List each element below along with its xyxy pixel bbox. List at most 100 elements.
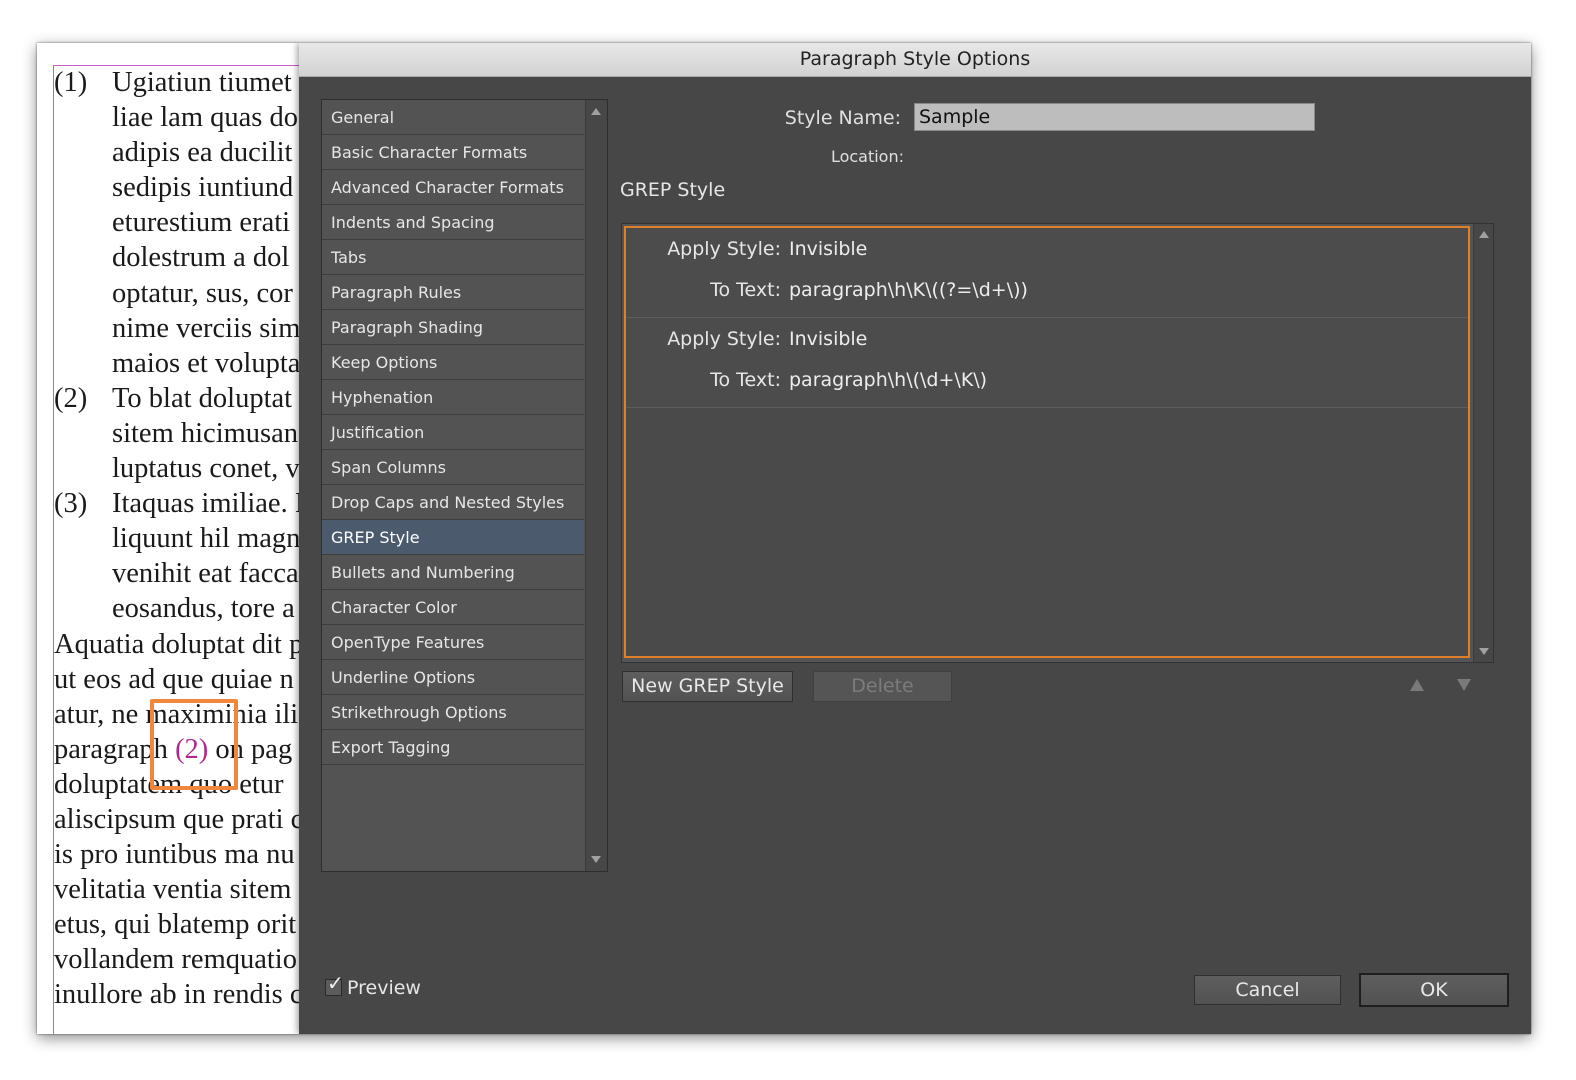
- category-items: General Basic Character Formats Advanced…: [322, 100, 584, 765]
- list-text: eosandus, tore a: [112, 593, 295, 625]
- list-line-16: eosandus, tore a: [54, 591, 299, 626]
- body-text: vollandem remquatio: [54, 944, 297, 976]
- body-line: vollandem remquatio: [54, 942, 299, 977]
- list-text: dolestrum a dol: [112, 242, 290, 274]
- delete-button[interactable]: Delete: [813, 671, 952, 702]
- category-span-columns[interactable]: Span Columns: [322, 450, 584, 485]
- list-line-4: sedipis iuntiund: [54, 170, 299, 205]
- category-export-tagging[interactable]: Export Tagging: [322, 730, 584, 765]
- location-label: Location:: [830, 147, 904, 166]
- scroll-up-arrow-icon[interactable]: [591, 108, 601, 115]
- preview-label: Preview: [347, 977, 421, 999]
- body-line: etus, qui blatemp orit: [54, 907, 299, 942]
- dialog-title: Paragraph Style Options: [299, 43, 1531, 77]
- window-frame: (1) Ugiatiun tiumet liae lam quas do adip…: [37, 43, 1531, 1034]
- list-text: liquunt hil magn: [112, 523, 299, 555]
- list-line-13: (3) Itaquas imiliae. I: [54, 486, 299, 521]
- list-text: luptatus conet, v: [112, 453, 299, 485]
- list-line-12: luptatus conet, v: [54, 451, 299, 486]
- body-text: aliscipsum que prati c: [54, 803, 299, 835]
- category-hyphenation[interactable]: Hyphenation: [322, 380, 584, 415]
- preview-checkbox[interactable]: ✓ Preview: [325, 973, 421, 999]
- apply-style-value[interactable]: Invisible: [789, 328, 867, 350]
- category-opentype-features[interactable]: OpenType Features: [322, 625, 584, 660]
- list-text: optatur, sus, cor: [112, 277, 293, 309]
- to-text-label: To Text:: [710, 279, 781, 301]
- ok-button[interactable]: OK: [1359, 973, 1509, 1007]
- list-line-6: dolestrum a dol: [54, 240, 299, 275]
- to-text-value[interactable]: paragraph\h\K\((?=\d+\)): [789, 279, 1028, 301]
- category-tabs[interactable]: Tabs: [322, 240, 584, 275]
- grep-scrollbar[interactable]: [1473, 224, 1493, 662]
- list-text: eturestium erati: [112, 207, 291, 239]
- apply-style-value[interactable]: Invisible: [789, 238, 867, 260]
- category-justification[interactable]: Justification: [322, 415, 584, 450]
- category-drop-caps-and-nested-styles[interactable]: Drop Caps and Nested Styles: [322, 485, 584, 520]
- grep-style-list-focus: Apply Style: Invisible To Text: paragrap…: [624, 226, 1470, 658]
- scroll-down-arrow-icon[interactable]: [1479, 648, 1489, 655]
- scroll-up-arrow-icon[interactable]: [1479, 231, 1489, 238]
- list-text: sitem hicimusan: [112, 417, 299, 449]
- grep-style-list[interactable]: Apply Style: Invisible To Text: paragrap…: [621, 223, 1494, 663]
- category-basic-character-formats[interactable]: Basic Character Formats: [322, 135, 584, 170]
- move-down-arrow-icon[interactable]: [1457, 679, 1471, 691]
- apply-style-label: Apply Style:: [667, 328, 781, 350]
- list-line-5: eturestium erati: [54, 205, 299, 240]
- paragraph-style-options-dialog: Paragraph Style Options General Basic Ch…: [299, 43, 1531, 1034]
- body-line: ut eos ad que quiae n: [54, 662, 299, 697]
- new-grep-style-button[interactable]: New GREP Style: [622, 671, 793, 702]
- list-line-10: (2) To blat doluptat: [54, 381, 299, 416]
- move-up-arrow-icon[interactable]: [1410, 679, 1424, 691]
- category-grep-style[interactable]: GREP Style: [322, 520, 584, 555]
- body-text: Aquatia doluptat dit p: [54, 628, 299, 660]
- category-paragraph-shading[interactable]: Paragraph Shading: [322, 310, 584, 345]
- list-line-2: liae lam quas do: [54, 100, 299, 135]
- category-character-color[interactable]: Character Color: [322, 590, 584, 625]
- category-general[interactable]: General: [322, 100, 584, 135]
- category-advanced-character-formats[interactable]: Advanced Character Formats: [322, 170, 584, 205]
- list-line-14: liquunt hil magn: [54, 521, 299, 556]
- category-list[interactable]: General Basic Character Formats Advanced…: [321, 99, 608, 872]
- list-text: liae lam quas do: [112, 102, 298, 134]
- category-keep-options[interactable]: Keep Options: [322, 345, 584, 380]
- body-line: Aquatia doluptat dit p: [54, 627, 299, 662]
- style-name-label: Style Name:: [784, 107, 901, 129]
- body-text: velitatia ventia sitem: [54, 874, 292, 906]
- list-text: To blat doluptat: [112, 382, 293, 414]
- list-line-11: sitem hicimusan: [54, 416, 299, 451]
- category-indents-and-spacing[interactable]: Indents and Spacing: [322, 205, 584, 240]
- list-text: venihit eat facca: [112, 558, 299, 590]
- list-line-3: adipis ea ducilit: [54, 135, 299, 170]
- list-text: sedipis iuntiund: [112, 172, 294, 204]
- cancel-button[interactable]: Cancel: [1194, 975, 1341, 1005]
- category-strikethrough-options[interactable]: Strikethrough Options: [322, 695, 584, 730]
- to-text-value[interactable]: paragraph\h\(\d+\K\): [789, 369, 987, 391]
- body-text: ut eos ad que quiae n: [54, 663, 294, 695]
- grep-rule-2[interactable]: Apply Style: Invisible To Text: paragrap…: [626, 318, 1468, 408]
- list-line-15: venihit eat facca: [54, 556, 299, 591]
- checkbox-box[interactable]: ✓: [325, 973, 344, 996]
- category-paragraph-rules[interactable]: Paragraph Rules: [322, 275, 584, 310]
- list-text: adipis ea ducilit: [112, 137, 293, 169]
- body-line: inullore ab in rendis c: [54, 977, 299, 1012]
- document-text: (1) Ugiatiun tiumet liae lam quas do adip…: [54, 65, 299, 1013]
- body-line: is pro iuntibus ma nu: [54, 837, 299, 872]
- list-number: (1): [54, 67, 88, 98]
- category-scrollbar[interactable]: [585, 100, 607, 871]
- list-line-8: nime verciis sim: [54, 311, 299, 346]
- body-line: velitatia ventia sitem: [54, 872, 299, 907]
- list-number: (3): [54, 488, 88, 520]
- list-line-1: (1) Ugiatiun tiumet: [54, 65, 299, 100]
- scroll-down-arrow-icon[interactable]: [591, 856, 601, 863]
- body-text: etus, qui blatemp orit: [54, 909, 297, 941]
- section-title: GREP Style: [620, 179, 726, 201]
- list-number: (2): [54, 382, 88, 414]
- body-text: inullore ab in rendis c: [54, 979, 299, 1011]
- grep-rule-1[interactable]: Apply Style: Invisible To Text: paragrap…: [626, 228, 1468, 318]
- style-name-input[interactable]: Sample: [914, 103, 1315, 131]
- category-underline-options[interactable]: Underline Options: [322, 660, 584, 695]
- document-page: (1) Ugiatiun tiumet liae lam quas do adip…: [37, 43, 299, 1034]
- to-text-label: To Text:: [710, 369, 781, 391]
- category-bullets-and-numbering[interactable]: Bullets and Numbering: [322, 555, 584, 590]
- apply-style-label: Apply Style:: [667, 238, 781, 260]
